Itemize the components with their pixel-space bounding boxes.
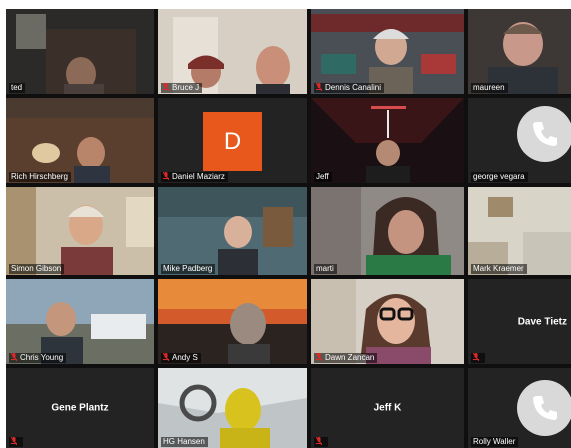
participant-tile-mike-padberg[interactable]: Mike Padberg bbox=[158, 187, 307, 275]
phone-call-avatar bbox=[517, 106, 571, 162]
participant-name: Rich Hirschberg bbox=[9, 172, 71, 182]
participant-tile-george-vegara[interactable]: george vegara bbox=[468, 98, 571, 183]
participant-tile-gene-plantz[interactable]: Gene Plantz bbox=[6, 368, 154, 448]
participant-tile-dave-tietz[interactable]: Dave Tietz bbox=[468, 279, 571, 364]
video-feed bbox=[311, 9, 464, 94]
muted-mic-icon bbox=[163, 353, 169, 361]
participant-name: Jeff bbox=[314, 172, 332, 182]
participant-tile-chris-young[interactable]: Chris Young bbox=[6, 279, 154, 364]
participant-name: Simon Gibson bbox=[9, 264, 65, 274]
participant-name bbox=[471, 353, 485, 363]
gallery-view: ted Bruce J Dennis Canalini maureen Rich… bbox=[6, 9, 571, 448]
participant-tile-bruce-j[interactable]: Bruce J bbox=[158, 9, 307, 94]
participant-name: george vegara bbox=[471, 172, 528, 182]
participant-name: ted bbox=[9, 83, 26, 93]
participant-tile-hg-hansen[interactable]: HG Hansen bbox=[158, 368, 307, 448]
video-feed bbox=[158, 187, 307, 275]
participant-tile-jeff[interactable]: Jeff bbox=[311, 98, 464, 183]
participant-name-center: Gene Plantz bbox=[51, 402, 109, 414]
participant-name: Rolly Waller bbox=[471, 437, 519, 447]
video-feed bbox=[6, 187, 154, 275]
participant-name-center: Jeff K bbox=[373, 402, 402, 414]
participant-name: Dennis Canalini bbox=[314, 83, 385, 93]
video-feed bbox=[158, 279, 307, 364]
muted-mic-icon bbox=[11, 353, 17, 361]
participant-name-center: Dave Tietz bbox=[517, 316, 567, 327]
participant-name: Mark Kraemer bbox=[471, 264, 527, 274]
video-feed bbox=[6, 9, 154, 94]
muted-mic-icon bbox=[316, 437, 322, 445]
participant-tile-daniel-maziarz[interactable]: D Daniel Maziarz bbox=[158, 98, 307, 183]
participant-name: maureen bbox=[471, 83, 508, 93]
video-feed bbox=[311, 279, 464, 364]
participant-tile-andy-s[interactable]: Andy S bbox=[158, 279, 307, 364]
participant-name: Mike Padberg bbox=[161, 264, 216, 274]
participant-tile-mark-kraemer[interactable]: Mark Kraemer bbox=[468, 187, 571, 275]
participant-tile-jeff-k[interactable]: Jeff K bbox=[311, 368, 464, 448]
video-feed bbox=[158, 368, 307, 448]
avatar: D bbox=[203, 112, 262, 171]
video-feed bbox=[6, 98, 154, 183]
muted-mic-icon bbox=[473, 353, 479, 361]
participant-name: Chris Young bbox=[9, 353, 67, 363]
video-feed bbox=[311, 187, 464, 275]
participant-name: HG Hansen bbox=[161, 437, 208, 447]
participant-tile-rich-hirschberg[interactable]: Rich Hirschberg bbox=[6, 98, 154, 183]
muted-mic-icon bbox=[163, 172, 169, 180]
participant-tile-simon-gibson[interactable]: Simon Gibson bbox=[6, 187, 154, 275]
phone-icon bbox=[533, 396, 557, 420]
participant-name: Bruce J bbox=[161, 83, 203, 93]
participant-tile-dennis-canalini[interactable]: Dennis Canalini bbox=[311, 9, 464, 94]
muted-mic-icon bbox=[11, 437, 17, 445]
participant-tile-maureen[interactable]: maureen bbox=[468, 9, 571, 94]
participant-name bbox=[314, 437, 328, 447]
video-feed bbox=[158, 9, 307, 94]
muted-mic-icon bbox=[316, 83, 322, 91]
phone-call-avatar bbox=[517, 380, 571, 436]
muted-mic-icon bbox=[316, 353, 322, 361]
participant-name: Daniel Maziarz bbox=[161, 172, 228, 182]
participant-name bbox=[9, 437, 23, 447]
participant-tile-ted[interactable]: ted bbox=[6, 9, 154, 94]
video-feed bbox=[6, 279, 154, 364]
participant-name: Andy S bbox=[161, 353, 201, 363]
participant-name: Dawn Zancan bbox=[314, 353, 378, 363]
video-feed bbox=[468, 9, 571, 94]
participant-tile-rolly-waller[interactable]: Rolly Waller bbox=[468, 368, 571, 448]
video-feed bbox=[311, 98, 464, 183]
muted-mic-icon bbox=[163, 83, 169, 91]
video-feed bbox=[468, 187, 571, 275]
participant-tile-marti[interactable]: marti bbox=[311, 187, 464, 275]
participant-name: marti bbox=[314, 264, 337, 274]
participant-tile-dawn-zancan[interactable]: Dawn Zancan bbox=[311, 279, 464, 364]
phone-icon bbox=[533, 122, 557, 146]
